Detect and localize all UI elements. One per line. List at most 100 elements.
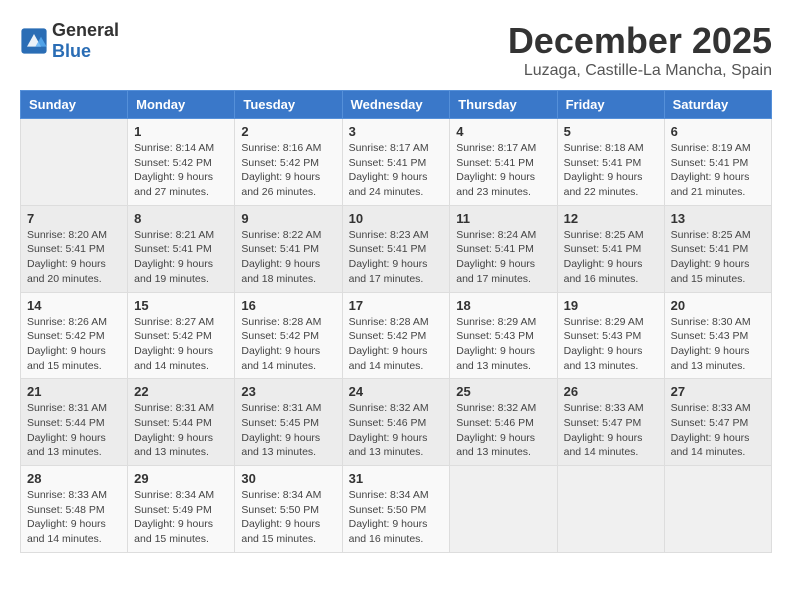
calendar-cell: 12 Sunrise: 8:25 AMSunset: 5:41 PMDayligh… [557, 205, 664, 292]
day-info: Sunrise: 8:20 AMSunset: 5:41 PMDaylight:… [27, 228, 121, 287]
calendar-cell: 25Sunrise: 8:32 AMSunset: 5:46 PMDayligh… [450, 379, 557, 466]
calendar-cell: 26 Sunrise: 8:33 AMSunset: 5:47 PMDayligh… [557, 379, 664, 466]
calendar-cell: 8 Sunrise: 8:21 AMSunset: 5:41 PMDaylight… [128, 205, 235, 292]
calendar-cell: 14 Sunrise: 8:26 AMSunset: 5:42 PMDayligh… [21, 292, 128, 379]
title-section: December 2025 Luzaga, Castille-La Mancha… [508, 20, 772, 80]
calendar-cell: 22 Sunrise: 8:31 AMSunset: 5:44 PMDayligh… [128, 379, 235, 466]
day-number: 7 [27, 211, 121, 226]
day-info: Sunrise: 8:19 AMSunset: 5:41 PMDaylight:… [671, 141, 765, 200]
day-info: Sunrise: 8:31 AMSunset: 5:45 PMDaylight:… [241, 401, 335, 460]
day-number: 10 [349, 211, 444, 226]
day-header-wednesday: Wednesday [342, 91, 450, 119]
day-info: Sunrise: 8:29 AMSunset: 5:43 PMDaylight:… [564, 315, 658, 374]
calendar-week-row: 14 Sunrise: 8:26 AMSunset: 5:42 PMDayligh… [21, 292, 772, 379]
day-info: Sunrise: 8:27 AMSunset: 5:42 PMDaylight:… [134, 315, 228, 374]
day-number: 26 [564, 384, 658, 399]
calendar-cell: 29Sunrise: 8:34 AMSunset: 5:49 PMDayligh… [128, 466, 235, 553]
day-info: Sunrise: 8:30 AMSunset: 5:43 PMDaylight:… [671, 315, 765, 374]
calendar-cell: 19 Sunrise: 8:29 AMSunset: 5:43 PMDayligh… [557, 292, 664, 379]
page-header: General Blue December 2025 Luzaga, Casti… [20, 20, 772, 80]
day-info: Sunrise: 8:33 AMSunset: 5:47 PMDaylight:… [564, 401, 658, 460]
day-info: Sunrise: 8:16 AMSunset: 5:42 PMDaylight:… [241, 141, 335, 200]
day-number: 22 [134, 384, 228, 399]
day-header-monday: Monday [128, 91, 235, 119]
month-title: December 2025 [508, 20, 772, 62]
day-number: 30 [241, 471, 335, 486]
day-number: 24 [349, 384, 444, 399]
day-number: 21 [27, 384, 121, 399]
calendar-header-row: SundayMondayTuesdayWednesdayThursdayFrid… [21, 91, 772, 119]
day-info: Sunrise: 8:33 AMSunset: 5:48 PMDaylight:… [27, 488, 121, 547]
day-info: Sunrise: 8:17 AMSunset: 5:41 PMDaylight:… [456, 141, 550, 200]
day-number: 20 [671, 298, 765, 313]
calendar-cell: 23Sunrise: 8:31 AMSunset: 5:45 PMDayligh… [235, 379, 342, 466]
day-info: Sunrise: 8:22 AMSunset: 5:41 PMDaylight:… [241, 228, 335, 287]
day-info: Sunrise: 8:17 AMSunset: 5:41 PMDaylight:… [349, 141, 444, 200]
day-info: Sunrise: 8:23 AMSunset: 5:41 PMDaylight:… [349, 228, 444, 287]
day-info: Sunrise: 8:34 AMSunset: 5:50 PMDaylight:… [349, 488, 444, 547]
calendar-cell: 31Sunrise: 8:34 AMSunset: 5:50 PMDayligh… [342, 466, 450, 553]
calendar-cell [450, 466, 557, 553]
logo-icon [20, 27, 48, 55]
day-number: 14 [27, 298, 121, 313]
location-title: Luzaga, Castille-La Mancha, Spain [508, 62, 772, 80]
calendar-cell: 17Sunrise: 8:28 AMSunset: 5:42 PMDayligh… [342, 292, 450, 379]
calendar-cell: 11 Sunrise: 8:24 AMSunset: 5:41 PMDayligh… [450, 205, 557, 292]
calendar-cell: 3Sunrise: 8:17 AMSunset: 5:41 PMDaylight… [342, 119, 450, 206]
logo-blue: Blue [52, 41, 91, 61]
day-number: 11 [456, 211, 550, 226]
calendar-week-row: 7 Sunrise: 8:20 AMSunset: 5:41 PMDaylight… [21, 205, 772, 292]
day-number: 19 [564, 298, 658, 313]
day-number: 18 [456, 298, 550, 313]
calendar-week-row: 1Sunrise: 8:14 AMSunset: 5:42 PMDaylight… [21, 119, 772, 206]
day-number: 17 [349, 298, 444, 313]
calendar-cell: 7 Sunrise: 8:20 AMSunset: 5:41 PMDaylight… [21, 205, 128, 292]
day-header-thursday: Thursday [450, 91, 557, 119]
day-number: 8 [134, 211, 228, 226]
day-number: 15 [134, 298, 228, 313]
day-info: Sunrise: 8:34 AMSunset: 5:50 PMDaylight:… [241, 488, 335, 547]
day-header-saturday: Saturday [664, 91, 771, 119]
day-info: Sunrise: 8:24 AMSunset: 5:41 PMDaylight:… [456, 228, 550, 287]
day-header-friday: Friday [557, 91, 664, 119]
day-number: 12 [564, 211, 658, 226]
day-info: Sunrise: 8:31 AMSunset: 5:44 PMDaylight:… [27, 401, 121, 460]
day-header-tuesday: Tuesday [235, 91, 342, 119]
calendar-cell [557, 466, 664, 553]
day-number: 27 [671, 384, 765, 399]
day-info: Sunrise: 8:29 AMSunset: 5:43 PMDaylight:… [456, 315, 550, 374]
calendar-cell [21, 119, 128, 206]
day-number: 28 [27, 471, 121, 486]
calendar-week-row: 21 Sunrise: 8:31 AMSunset: 5:44 PMDayligh… [21, 379, 772, 466]
calendar-cell: 10 Sunrise: 8:23 AMSunset: 5:41 PMDayligh… [342, 205, 450, 292]
calendar-cell: 5Sunrise: 8:18 AMSunset: 5:41 PMDaylight… [557, 119, 664, 206]
calendar-table: SundayMondayTuesdayWednesdayThursdayFrid… [20, 90, 772, 553]
logo: General Blue [20, 20, 119, 62]
calendar-week-row: 28 Sunrise: 8:33 AMSunset: 5:48 PMDayligh… [21, 466, 772, 553]
calendar-cell: 20 Sunrise: 8:30 AMSunset: 5:43 PMDayligh… [664, 292, 771, 379]
calendar-cell: 27Sunrise: 8:33 AMSunset: 5:47 PMDayligh… [664, 379, 771, 466]
day-info: Sunrise: 8:25 AMSunset: 5:41 PMDaylight:… [564, 228, 658, 287]
calendar-cell: 15 Sunrise: 8:27 AMSunset: 5:42 PMDayligh… [128, 292, 235, 379]
day-info: Sunrise: 8:21 AMSunset: 5:41 PMDaylight:… [134, 228, 228, 287]
day-info: Sunrise: 8:32 AMSunset: 5:46 PMDaylight:… [349, 401, 444, 460]
day-number: 1 [134, 124, 228, 139]
day-number: 6 [671, 124, 765, 139]
calendar-cell: 1Sunrise: 8:14 AMSunset: 5:42 PMDaylight… [128, 119, 235, 206]
day-info: Sunrise: 8:31 AMSunset: 5:44 PMDaylight:… [134, 401, 228, 460]
calendar-cell [664, 466, 771, 553]
calendar-cell: 28 Sunrise: 8:33 AMSunset: 5:48 PMDayligh… [21, 466, 128, 553]
day-header-sunday: Sunday [21, 91, 128, 119]
day-number: 16 [241, 298, 335, 313]
day-number: 5 [564, 124, 658, 139]
day-number: 29 [134, 471, 228, 486]
calendar-cell: 4Sunrise: 8:17 AMSunset: 5:41 PMDaylight… [450, 119, 557, 206]
day-info: Sunrise: 8:26 AMSunset: 5:42 PMDaylight:… [27, 315, 121, 374]
day-info: Sunrise: 8:25 AMSunset: 5:41 PMDaylight:… [671, 228, 765, 287]
calendar-cell: 6 Sunrise: 8:19 AMSunset: 5:41 PMDaylight… [664, 119, 771, 206]
day-info: Sunrise: 8:32 AMSunset: 5:46 PMDaylight:… [456, 401, 550, 460]
calendar-cell: 18 Sunrise: 8:29 AMSunset: 5:43 PMDayligh… [450, 292, 557, 379]
day-number: 2 [241, 124, 335, 139]
calendar-cell: 9Sunrise: 8:22 AMSunset: 5:41 PMDaylight… [235, 205, 342, 292]
logo-general: General [52, 20, 119, 40]
